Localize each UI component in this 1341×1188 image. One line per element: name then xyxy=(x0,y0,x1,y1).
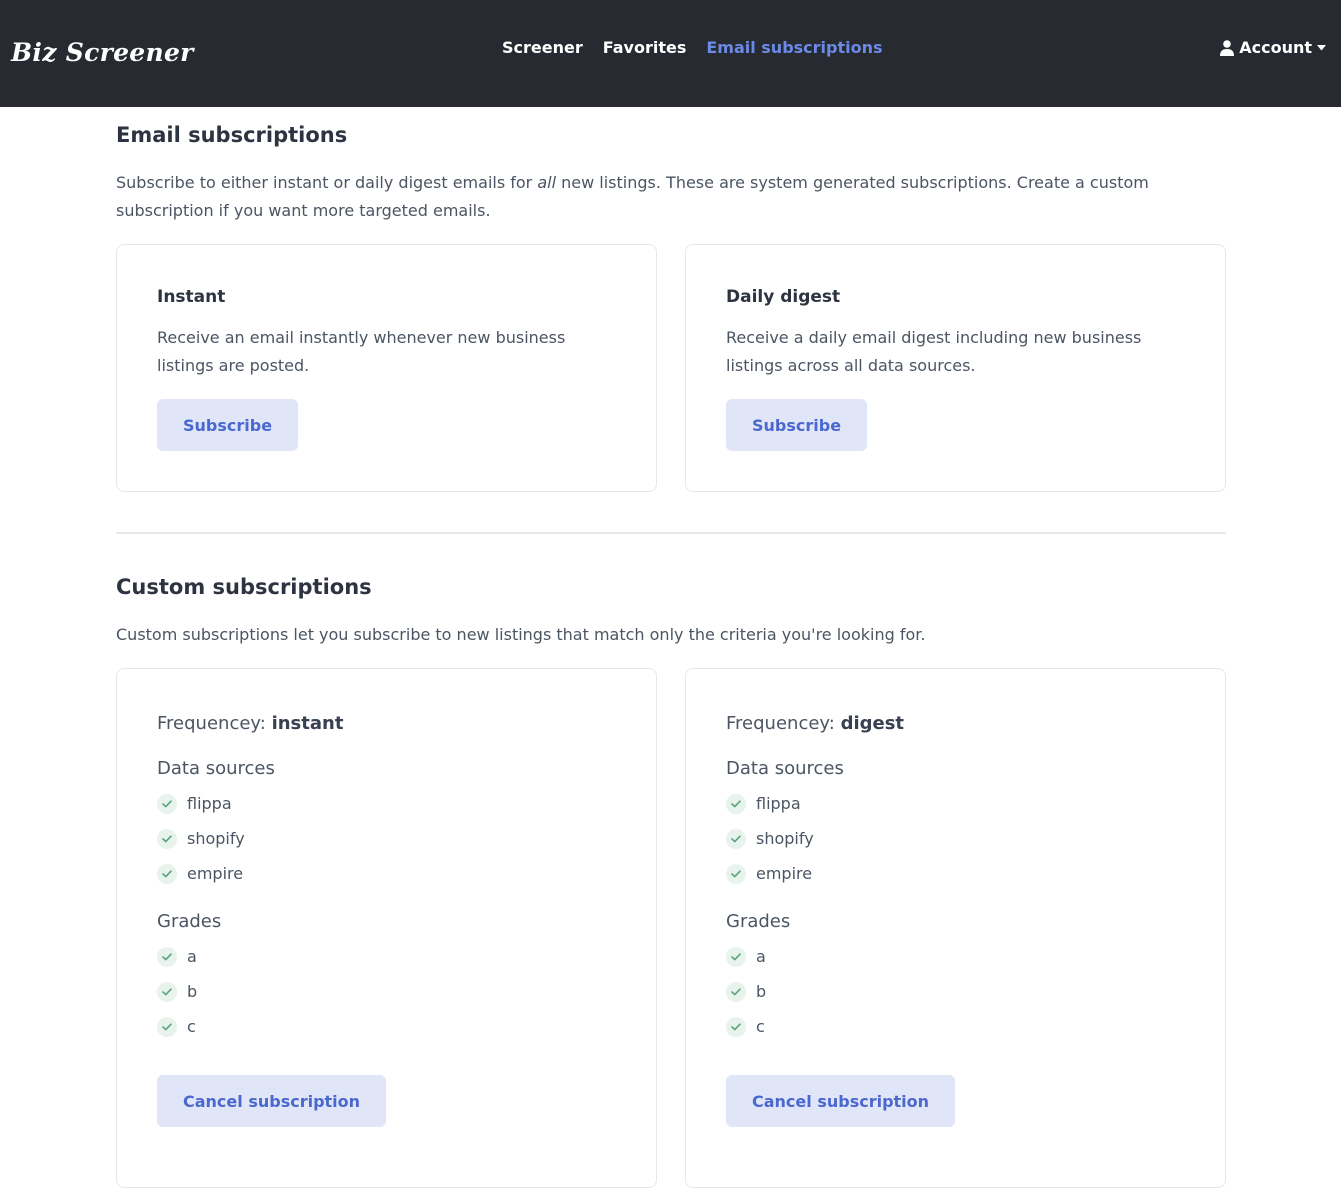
grades-label: Grades xyxy=(157,911,222,932)
list-item: flippa xyxy=(726,794,801,814)
grade-name: b xyxy=(187,982,198,1001)
custom-subscription-card-instant: Frequencey: instant Data sources flippa … xyxy=(116,668,657,1188)
list-item: b xyxy=(726,982,766,1002)
check-icon xyxy=(157,982,177,1002)
list-item: a xyxy=(157,947,197,967)
nav-links: Screener Favorites Email subscriptions xyxy=(502,38,883,58)
subscribe-digest-button[interactable]: Subscribe xyxy=(726,399,868,451)
grade-name: a xyxy=(756,947,766,966)
custom-subscription-card-digest: Frequencey: digest Data sources flippa s… xyxy=(685,668,1226,1188)
card-desc: Receive a daily email digest including n… xyxy=(726,328,1142,375)
list-item: empire xyxy=(157,864,243,884)
daily-digest-card: Daily digest Receive a daily email diges… xyxy=(685,244,1226,492)
subscribe-instant-button[interactable]: Subscribe xyxy=(157,399,299,451)
check-icon xyxy=(157,1017,177,1037)
email-subscriptions-title: Email subscriptions xyxy=(116,123,348,147)
account-label: Account xyxy=(1239,38,1312,57)
top-navbar: Biz Screener Screener Favorites Email su… xyxy=(0,0,1341,107)
check-icon xyxy=(726,1017,746,1037)
card-title: Instant xyxy=(157,287,226,307)
frequency-prefix: Frequencey: xyxy=(157,713,266,734)
data-source-name: flippa xyxy=(187,794,232,813)
check-icon xyxy=(157,794,177,814)
data-source-name: empire xyxy=(187,864,244,883)
data-source-name: empire xyxy=(756,864,813,883)
desc-emphasis: all xyxy=(537,173,557,192)
grade-name: c xyxy=(756,1017,765,1036)
data-source-name: shopify xyxy=(187,829,245,848)
email-subscriptions-desc: Subscribe to either instant or daily dig… xyxy=(116,169,1156,225)
list-item: c xyxy=(726,1017,765,1037)
data-sources-label: Data sources xyxy=(726,758,844,779)
frequency-value: instant xyxy=(271,713,344,734)
check-icon xyxy=(726,947,746,967)
cancel-subscription-button[interactable]: Cancel subscription xyxy=(726,1075,956,1127)
logo[interactable]: Biz Screener xyxy=(11,38,194,67)
grades-label: Grades xyxy=(726,911,791,932)
nav-link-screener[interactable]: Screener xyxy=(502,38,583,58)
caret-down-icon xyxy=(1317,45,1326,51)
card-title: Daily digest xyxy=(726,287,841,307)
card-desc: Receive an email instantly whenever new … xyxy=(157,328,566,375)
grade-name: b xyxy=(756,982,767,1001)
custom-subscriptions-desc: Custom subscriptions let you subscribe t… xyxy=(116,625,926,644)
check-icon xyxy=(726,982,746,1002)
check-icon xyxy=(726,864,746,884)
custom-subscriptions-title: Custom subscriptions xyxy=(116,575,372,599)
grade-name: a xyxy=(187,947,197,966)
list-item: empire xyxy=(726,864,812,884)
data-source-name: flippa xyxy=(756,794,801,813)
list-item: shopify xyxy=(726,829,814,849)
data-source-name: shopify xyxy=(756,829,814,848)
list-item: b xyxy=(157,982,197,1002)
frequency-label: Frequencey: digest xyxy=(726,713,904,734)
check-icon xyxy=(726,794,746,814)
section-divider xyxy=(116,532,1226,534)
nav-link-email-subscriptions[interactable]: Email subscriptions xyxy=(706,38,882,58)
list-item: flippa xyxy=(157,794,232,814)
user-icon xyxy=(1220,40,1235,56)
desc-text: Subscribe to either instant or daily dig… xyxy=(116,173,538,192)
frequency-prefix: Frequencey: xyxy=(726,713,835,734)
data-sources-label: Data sources xyxy=(157,758,275,779)
list-item: shopify xyxy=(157,829,245,849)
list-item: a xyxy=(726,947,766,967)
account-menu[interactable]: Account xyxy=(1220,38,1326,58)
check-icon xyxy=(157,829,177,849)
check-icon xyxy=(157,864,177,884)
frequency-value: digest xyxy=(840,713,905,734)
check-icon xyxy=(726,829,746,849)
grade-name: c xyxy=(187,1017,196,1036)
frequency-label: Frequencey: instant xyxy=(157,713,343,734)
cancel-subscription-button[interactable]: Cancel subscription xyxy=(157,1075,387,1127)
instant-subscription-card: Instant Receive an email instantly whene… xyxy=(116,244,657,492)
check-icon xyxy=(157,947,177,967)
nav-link-favorites[interactable]: Favorites xyxy=(603,38,687,58)
list-item: c xyxy=(157,1017,196,1037)
